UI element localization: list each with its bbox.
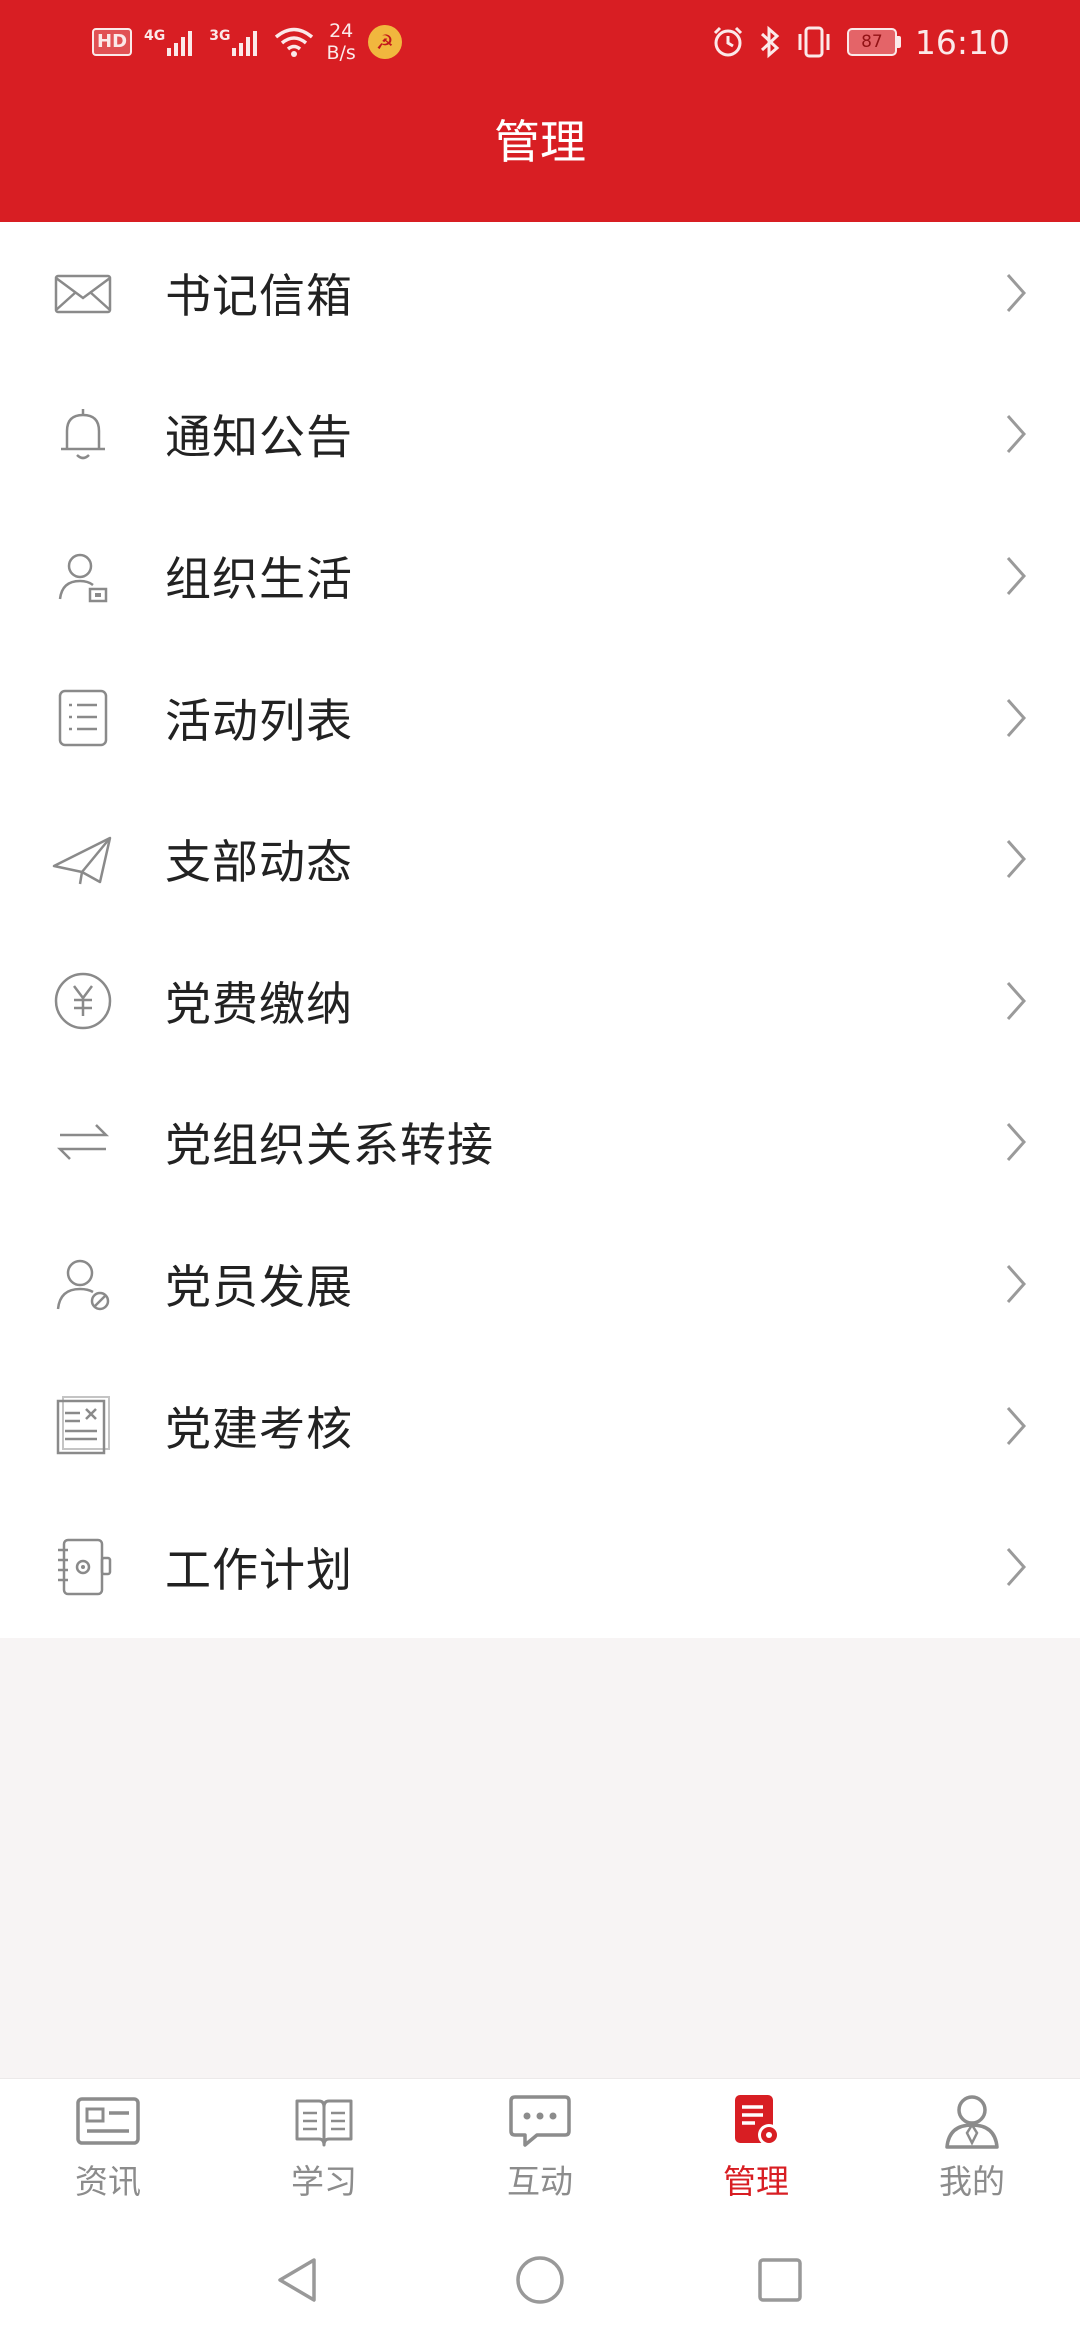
tab-interaction[interactable]: 互动 — [432, 2079, 648, 2209]
alarm-icon — [713, 26, 742, 57]
menu-item-label: 党费缴纳 — [165, 976, 353, 1031]
chevron-right-icon — [1006, 556, 1027, 595]
bell-icon — [50, 401, 116, 467]
status-left: HD 4G 3G 24 B/s ☭ — [92, 18, 402, 66]
battery-tip — [896, 36, 901, 48]
menu-item-activity-list[interactable]: 活动列表 — [0, 646, 1080, 789]
network-type-label: 3G — [209, 28, 231, 44]
tab-news[interactable]: 资讯 — [0, 2079, 216, 2209]
chevron-right-icon — [1006, 981, 1027, 1020]
menu-item-branch-news[interactable]: 支部动态 — [0, 788, 1080, 930]
member-icon — [50, 1251, 116, 1317]
screen: HD 4G 3G 24 B/s ☭ 87 16:10 管理 书记信箱 通知公告 … — [0, 0, 1080, 2340]
book-icon — [295, 2099, 353, 2147]
menu-item-organization-life[interactable]: 组织生活 — [0, 505, 1080, 647]
chat-icon — [509, 2095, 571, 2147]
back-triangle-icon[interactable] — [272, 2254, 324, 2306]
menu-item-label: 党员发展 — [165, 1259, 353, 1314]
menu-item-secretary-mailbox[interactable]: 书记信箱 — [0, 222, 1080, 364]
header: HD 4G 3G 24 B/s ☭ 87 16:10 管理 — [0, 0, 1080, 222]
menu-item-label: 党建考核 — [165, 1401, 353, 1456]
menu-list: 书记信箱 通知公告 组织生活 活动列表 支部动态 党费缴纳 党组织关系转接 党员… — [0, 222, 1080, 1638]
notebook-icon — [50, 1534, 116, 1600]
menu-item-label: 支部动态 — [165, 835, 353, 890]
status-bar: HD 4G 3G 24 B/s ☭ 87 16:10 — [0, 0, 1080, 84]
menu-item-member-development[interactable]: 党员发展 — [0, 1213, 1080, 1355]
menu-item-notice[interactable]: 通知公告 — [0, 363, 1080, 506]
status-right: 87 16:10 — [711, 18, 1010, 66]
menu-item-work-plan[interactable]: 工作计划 — [0, 1496, 1080, 1638]
tab-label: 我的 — [939, 2162, 1005, 2201]
menu-item-label: 工作计划 — [165, 1543, 353, 1598]
mail-icon — [50, 260, 116, 326]
list-icon — [50, 685, 116, 751]
menu-item-label: 通知公告 — [165, 410, 353, 465]
signal-icon — [167, 31, 193, 56]
signal-group-2: 3G — [209, 28, 262, 56]
menu-item-label: 活动列表 — [165, 693, 353, 748]
page-title: 管理 — [494, 115, 586, 169]
chevron-right-icon — [1006, 415, 1027, 454]
document-review-icon — [50, 1393, 116, 1459]
signal-group-1: 4G — [144, 28, 197, 56]
tab-manage[interactable]: 管理 — [648, 2079, 864, 2209]
chevron-right-icon — [1006, 273, 1027, 312]
menu-item-label: 党组织关系转接 — [165, 1118, 494, 1173]
tab-study[interactable]: 学习 — [216, 2079, 432, 2209]
user-card-icon — [50, 543, 116, 609]
paper-plane-icon — [50, 826, 116, 892]
network-type-label: 4G — [144, 28, 166, 44]
chevron-right-icon — [1006, 840, 1027, 879]
chevron-right-icon — [1006, 1264, 1027, 1303]
vibrate-icon — [798, 26, 830, 58]
chevron-right-icon — [1006, 698, 1027, 737]
news-icon — [76, 2097, 140, 2145]
party-emblem-icon: ☭ — [367, 25, 402, 59]
wifi-icon — [275, 27, 314, 57]
hd-badge: HD — [92, 28, 133, 56]
recents-square-icon[interactable] — [754, 2254, 806, 2306]
yuan-coin-icon — [50, 968, 116, 1034]
menu-item-party-assessment[interactable]: 党建考核 — [0, 1354, 1080, 1497]
menu-item-relation-transfer[interactable]: 党组织关系转接 — [0, 1071, 1080, 1214]
home-circle-icon[interactable] — [514, 2254, 566, 2306]
chevron-right-icon — [1006, 1548, 1027, 1587]
tab-label: 管理 — [723, 2162, 789, 2201]
network-speed: 24 B/s — [326, 20, 355, 64]
battery-indicator: 87 — [846, 28, 901, 56]
tab-label: 学习 — [291, 2162, 357, 2201]
menu-item-label: 书记信箱 — [165, 268, 353, 323]
battery-level: 87 — [846, 28, 897, 56]
tab-profile[interactable]: 我的 — [864, 2079, 1080, 2209]
speed-unit: B/s — [326, 42, 356, 64]
bottom-tab-bar: 资讯 学习 互动 管理 我的 — [0, 2078, 1080, 2209]
chevron-right-icon — [1006, 1123, 1027, 1162]
tab-label: 互动 — [507, 2162, 573, 2201]
profile-icon — [945, 2095, 999, 2149]
menu-item-label: 组织生活 — [165, 551, 353, 606]
speed-value: 24 — [329, 20, 354, 42]
signal-icon — [232, 31, 258, 56]
chevron-right-icon — [1006, 1406, 1027, 1445]
tab-label: 资讯 — [75, 2162, 141, 2201]
system-nav-bar — [0, 2208, 1080, 2340]
clock: 16:10 — [914, 22, 1010, 62]
transfer-arrows-icon — [50, 1109, 116, 1175]
bluetooth-icon — [760, 25, 780, 59]
menu-item-party-dues[interactable]: 党费缴纳 — [0, 929, 1080, 1072]
manage-icon — [735, 2095, 780, 2146]
